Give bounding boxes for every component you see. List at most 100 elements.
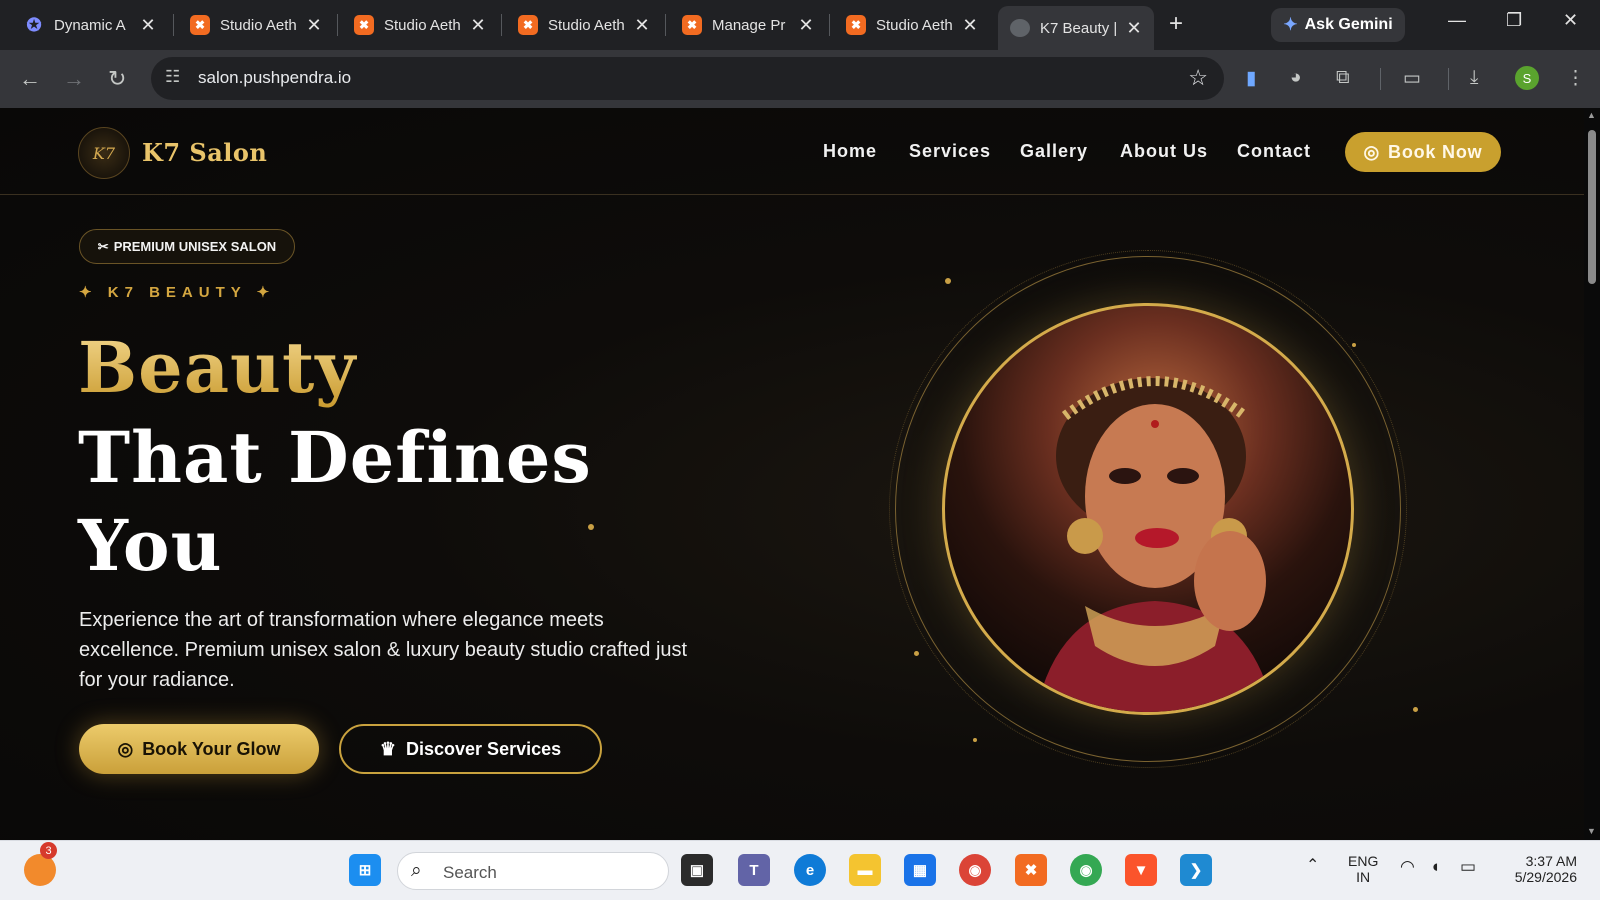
task-view-icon[interactable]: ▣ bbox=[681, 854, 713, 886]
windows-start-icon[interactable]: ⊞ bbox=[349, 854, 381, 886]
close-icon[interactable]: ✕ bbox=[306, 15, 322, 36]
clock[interactable]: 3:37 AM 5/29/2026 bbox=[1505, 853, 1577, 885]
sparkle-dot bbox=[973, 738, 977, 742]
tab-title: Studio Aeth bbox=[384, 16, 460, 34]
nav-about-us[interactable]: About Us bbox=[1120, 141, 1208, 162]
browser-tab-active[interactable]: K7 Beauty | ✕ bbox=[998, 6, 1154, 50]
book-your-glow-button[interactable]: ◎ Book Your Glow bbox=[79, 724, 319, 774]
whatsapp-icon: ◎ bbox=[1363, 141, 1381, 162]
nav-contact[interactable]: Contact bbox=[1237, 141, 1311, 162]
browser-tab[interactable]: ✖ Manage Pr ✕ bbox=[670, 8, 824, 42]
close-icon[interactable]: ✕ bbox=[1126, 18, 1142, 39]
tab-divider bbox=[501, 14, 502, 36]
browser-toolbar: ← → ↻ ☷ salon.pushpendra.io ☆ ▮ ◕ ⧉ ▭ ⤓ … bbox=[0, 50, 1600, 108]
site-settings-icon[interactable]: ☷ bbox=[165, 67, 180, 87]
headline-line-3: You bbox=[78, 504, 223, 587]
battery-icon[interactable]: ▭ bbox=[1460, 857, 1476, 877]
page-scrollbar[interactable]: ▲ ▼ bbox=[1584, 108, 1600, 840]
nav-gallery[interactable]: Gallery bbox=[1020, 141, 1088, 162]
minimize-icon[interactable]: — bbox=[1448, 10, 1466, 31]
close-icon[interactable]: ✕ bbox=[470, 15, 486, 36]
nav-services[interactable]: Services bbox=[909, 141, 991, 162]
kicker-text: ✦ K7 BEAUTY ✦ bbox=[79, 284, 276, 301]
browser-tab[interactable]: ✖ Studio Aeth ✕ bbox=[834, 8, 988, 42]
windows-taskbar: ⊞ ⌕ Search ▣ T e ▬ ▦ ◉ ✖ ◉ ▼ ❯ ⌃ ENG IN … bbox=[0, 840, 1600, 900]
browser-tab[interactable]: ✖ Studio Aeth ✕ bbox=[506, 8, 660, 42]
xampp-taskbar-icon[interactable]: ✖ bbox=[1015, 854, 1047, 886]
forward-arrow-icon[interactable]: → bbox=[63, 66, 85, 92]
chevron-up-icon[interactable]: ⌃ bbox=[1306, 855, 1319, 875]
scrollbar-thumb[interactable] bbox=[1588, 130, 1596, 284]
search-icon: ⌕ bbox=[411, 860, 422, 881]
sparkle-dot bbox=[1413, 707, 1418, 712]
browser-tab[interactable]: ✪ Dynamic A ✕ bbox=[12, 8, 166, 42]
xampp-icon: ✖ bbox=[354, 15, 374, 35]
chrome-profile-icon[interactable]: ◉ bbox=[1070, 854, 1102, 886]
tab-title: Manage Pr bbox=[712, 16, 786, 34]
whatsapp-icon: ◎ bbox=[117, 738, 134, 759]
url-text[interactable]: salon.pushpendra.io bbox=[198, 68, 351, 88]
microsoft-store-icon[interactable]: ▦ bbox=[904, 854, 936, 886]
menu-kebab-icon[interactable]: ⋮ bbox=[1566, 67, 1585, 90]
hero-description: Experience the art of transformation whe… bbox=[79, 609, 688, 691]
xampp-icon: ✖ bbox=[682, 15, 702, 35]
badge-label: PREMIUM UNISEX SALON bbox=[113, 239, 277, 254]
volume-icon[interactable]: ◖ bbox=[1430, 857, 1440, 877]
logo[interactable]: K7 bbox=[78, 127, 130, 179]
weather-widget-icon[interactable] bbox=[24, 854, 56, 886]
xampp-icon: ✖ bbox=[846, 15, 866, 35]
bookmark-star-icon[interactable]: ☆ bbox=[1188, 65, 1208, 91]
restore-icon[interactable]: ❐ bbox=[1506, 10, 1522, 31]
cta-secondary-label: Discover Services bbox=[406, 738, 562, 759]
brand-name[interactable]: K7 Salon bbox=[142, 138, 267, 167]
site-header: K7 K7 Salon Home Services Gallery About … bbox=[0, 108, 1584, 195]
brave-icon[interactable]: ▼ bbox=[1125, 854, 1157, 886]
language-indicator[interactable]: ENG IN bbox=[1348, 853, 1378, 885]
dynamic-app-icon: ✪ bbox=[26, 14, 42, 35]
gemini-sparkle-icon: ✦ bbox=[1283, 15, 1298, 34]
book-now-button[interactable]: ◎ Book Now bbox=[1345, 132, 1501, 172]
search-label: Search bbox=[443, 863, 497, 882]
reload-icon[interactable]: ↻ bbox=[108, 66, 126, 92]
close-window-icon[interactable]: ✕ bbox=[1563, 10, 1578, 31]
taskbar-search[interactable]: ⌕ Search bbox=[397, 852, 669, 890]
hero-portrait-image bbox=[942, 303, 1354, 715]
edge-icon[interactable]: e bbox=[794, 854, 826, 886]
extensions-puzzle-icon[interactable]: ⧉ bbox=[1336, 67, 1350, 89]
vscode-icon[interactable]: ❯ bbox=[1180, 854, 1212, 886]
wifi-icon[interactable]: ◠ bbox=[1400, 857, 1415, 877]
crown-icon: ♛ bbox=[379, 738, 397, 759]
teams-icon[interactable]: T bbox=[738, 854, 770, 886]
tab-title: Studio Aeth bbox=[876, 16, 952, 34]
new-tab-button[interactable]: + bbox=[1169, 10, 1183, 38]
download-icon[interactable]: ⤓ bbox=[1470, 67, 1478, 89]
address-bar[interactable]: ☷ salon.pushpendra.io ☆ bbox=[151, 57, 1224, 100]
headline-line-1: Beauty bbox=[78, 326, 357, 409]
clock-time: 3:37 AM bbox=[1525, 853, 1577, 869]
file-explorer-icon[interactable]: ▬ bbox=[849, 854, 881, 886]
close-icon[interactable]: ✕ bbox=[140, 15, 156, 36]
profile-avatar[interactable]: S bbox=[1515, 66, 1539, 90]
clock-date: 5/29/2026 bbox=[1514, 869, 1577, 885]
screen-search-icon[interactable]: ▭ bbox=[1403, 67, 1421, 90]
discover-services-button[interactable]: ♛ Discover Services bbox=[339, 724, 602, 774]
book-now-label: Book Now bbox=[1388, 141, 1483, 162]
globe-icon bbox=[1010, 19, 1030, 37]
extension-doc-icon[interactable]: ▮ bbox=[1246, 67, 1256, 90]
close-icon[interactable]: ✕ bbox=[798, 15, 814, 36]
toolbar-divider bbox=[1380, 68, 1381, 90]
scroll-up-arrow-icon[interactable]: ▲ bbox=[1587, 110, 1596, 120]
tab-title: K7 Beauty | bbox=[1040, 19, 1116, 37]
gemini-label: Ask Gemini bbox=[1304, 16, 1393, 33]
back-arrow-icon[interactable]: ← bbox=[19, 66, 41, 92]
tab-divider bbox=[829, 14, 830, 36]
nav-home[interactable]: Home bbox=[823, 141, 877, 162]
ask-gemini-button[interactable]: ✦ Ask Gemini bbox=[1271, 8, 1405, 42]
scroll-down-arrow-icon[interactable]: ▼ bbox=[1587, 826, 1596, 836]
chrome-icon[interactable]: ◉ bbox=[959, 854, 991, 886]
close-icon[interactable]: ✕ bbox=[634, 15, 650, 36]
extension-cat-icon[interactable]: ◕ bbox=[1290, 67, 1301, 89]
browser-tab[interactable]: ✖ Studio Aeth ✕ bbox=[178, 8, 332, 42]
close-icon[interactable]: ✕ bbox=[962, 15, 978, 36]
browser-tab[interactable]: ✖ Studio Aeth ✕ bbox=[342, 8, 496, 42]
